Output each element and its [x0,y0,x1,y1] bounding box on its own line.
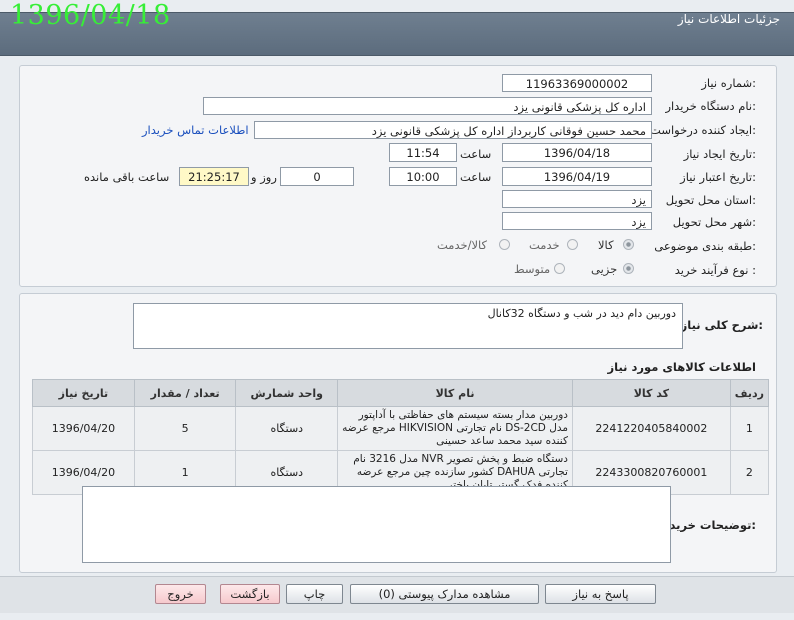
description-textarea[interactable]: دوربین دام دید در شب و دستگاه 32کانال [133,303,683,349]
need-number-label: شماره نیاز: [701,76,756,90]
cell-date: 1396/04/20 [32,406,135,451]
category-option-goods-service[interactable]: کالا/خدمت [437,238,487,252]
description-label: شرح کلی نیاز: [680,318,763,332]
category-option-goods[interactable]: کالا [598,238,614,252]
province-field[interactable]: یزد [502,190,652,208]
category-option-service[interactable]: خدمت [529,238,560,252]
process-option-medium[interactable]: متوسط [514,262,550,276]
created-time-field[interactable]: 11:54 [389,143,457,162]
valid-date-label: تاریخ اعتبار نیاز: [680,170,756,184]
col-header-date: تاریخ نیاز [32,379,135,407]
process-radio-minor[interactable] [623,263,634,274]
cell-row: 1 [729,406,770,451]
time-remaining-field: 21:25:17 [179,167,249,186]
print-button[interactable]: چاپ [286,584,343,604]
col-header-qty: تعداد / مقدار [133,379,237,407]
exit-button[interactable]: خروج [155,584,206,604]
attachments-button[interactable]: مشاهده مدارک پیوستی (0) [350,584,539,604]
time-remaining-label: ساعت باقی مانده [84,170,170,184]
buyer-org-field[interactable]: اداره کل پزشکی قانونی یزد [203,97,652,115]
cell-name: دوربین مدار بسته سیستم های حفاظتی با آدا… [337,406,573,451]
items-section-title: اطلاعات کالاهای مورد نیاز [607,360,756,374]
buyer-notes-text [83,487,670,493]
col-header-unit: واحد شمارش [235,379,339,407]
buyer-contact-link[interactable]: اطلاعات تماس خریدار [142,123,249,137]
city-field[interactable]: یزد [502,212,652,230]
need-number-field[interactable]: 1196336900000​2 [502,74,652,92]
reply-button[interactable]: پاسخ به نیاز [545,584,656,604]
header-date: 1396/04/18 [10,0,171,31]
process-option-minor[interactable]: جزیی [591,262,617,276]
cell-row: 2 [729,450,770,495]
buyer-notes-label: توضیحات خریدار: [658,518,756,532]
back-button[interactable]: بازگشت [220,584,280,604]
description-text: دوربین دام دید در شب و دستگاه 32کانال [487,307,676,320]
requester-label: ایجاد کننده درخواست: [650,123,756,137]
days-remaining-field[interactable]: 0 [280,167,354,186]
category-radio-goods[interactable] [623,239,634,250]
created-time-label: ساعت [460,147,492,161]
category-radio-service[interactable] [567,239,578,250]
process-label: نوع فرآیند خرید : [674,263,756,277]
created-date-label: تاریخ ایجاد نیاز: [683,147,756,161]
days-label: روز و [251,170,277,184]
table-row[interactable]: 1396/04/20 5 دستگاه دوربین مدار بسته سیس… [32,406,770,451]
col-header-name: نام کالا [337,379,573,407]
col-header-row: ردیف [729,379,770,407]
category-radio-goods-service[interactable] [499,239,510,250]
buyer-org-label: نام دستگاه خریدار: [665,99,756,113]
process-radio-medium[interactable] [554,263,565,274]
created-date-field[interactable]: 1396/04/18 [502,143,652,162]
valid-date-field[interactable]: 1396/04/19 [502,167,652,186]
valid-time-label: ساعت [460,170,492,184]
items-table: تاریخ نیاز تعداد / مقدار واحد شمارش نام … [32,379,770,495]
cell-unit: دستگاه [235,406,339,451]
page-title: جزئیات اطلاعات نیاز [677,12,780,26]
city-label: شهر محل تحویل: [672,215,756,229]
items-header-row: تاریخ نیاز تعداد / مقدار واحد شمارش نام … [32,379,770,407]
buyer-notes-textarea[interactable] [82,486,671,563]
cell-code: 2241220405840002 [571,406,731,451]
requester-field[interactable]: محمد حسین فوقانی کاربرداز اداره کل پزشکی… [254,121,652,139]
col-header-code: کد کالا [571,379,731,407]
cell-qty: 5 [133,406,237,451]
category-label: طبقه بندی موضوعی: [654,239,756,253]
province-label: استان محل تحویل: [665,193,756,207]
valid-time-field[interactable]: 10:00 [389,167,457,186]
